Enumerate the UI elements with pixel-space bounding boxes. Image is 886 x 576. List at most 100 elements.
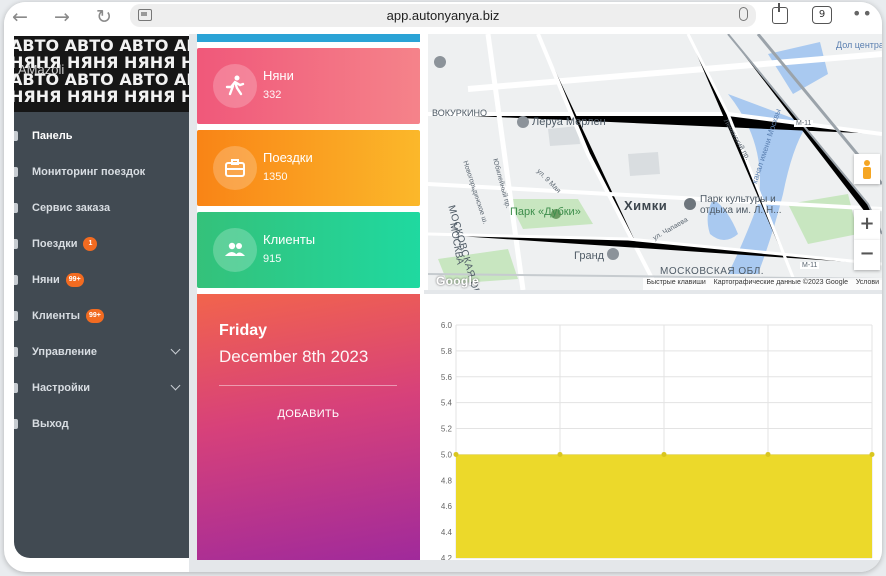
- service-icon: [14, 203, 18, 213]
- map-label-bokurkino: ВОКУРКИНО: [432, 108, 487, 118]
- sidebar-item-label: Поездки: [32, 238, 78, 250]
- date-divider: [219, 385, 397, 386]
- data-point[interactable]: [661, 451, 667, 457]
- sidebar-item-label: Управление: [32, 346, 98, 358]
- sidebar-item-label: Сервис заказа: [32, 202, 111, 214]
- sidebar-item-3[interactable]: Поездки 1: [14, 226, 189, 262]
- y-tick-label: 5.8: [441, 347, 453, 356]
- count-badge: 1: [83, 237, 98, 251]
- y-tick-label: 5.6: [441, 373, 453, 382]
- sidebar-item-1[interactable]: Мониторинг поездок: [14, 154, 189, 190]
- card-clients-value: 915: [263, 253, 282, 265]
- map-label-leroy: Леруа Мерлен: [532, 116, 606, 128]
- runner-icon: [213, 64, 257, 108]
- card-nannies[interactable]: Няни 332: [197, 48, 420, 124]
- chevron-down-icon[interactable]: [170, 344, 181, 355]
- map-label-do-centr: Дол центра: [836, 40, 882, 50]
- sidebar-menu: Панель Мониторинг поездок Сервис заказа Пое…: [14, 118, 189, 442]
- people-icon: [213, 228, 257, 272]
- sidebar-item-6[interactable]: Управление: [14, 334, 189, 370]
- sidebar-item-2[interactable]: Сервис заказа: [14, 190, 189, 226]
- google-logo: Google: [436, 274, 480, 288]
- sidebar-item-4[interactable]: Няни 99+: [14, 262, 189, 298]
- car-icon: [14, 239, 18, 249]
- sidebar: НЯНЯ НЯНЯ НЯНЯ НЯНЯ НЯНЯ АВТО АВТО АВТО …: [14, 36, 189, 558]
- card-nannies-value: 332: [263, 89, 282, 101]
- sidebar-item-5[interactable]: Клиенты 99+: [14, 298, 189, 334]
- logo-banner: НЯНЯ НЯНЯ НЯНЯ НЯНЯ НЯНЯ АВТО АВТО АВТО …: [14, 36, 189, 112]
- logout-icon: [14, 419, 18, 429]
- back-icon[interactable]: ←: [12, 7, 28, 27]
- y-tick-label: 5.2: [441, 425, 453, 434]
- card-clients[interactable]: Клиенты 915: [197, 212, 420, 288]
- logo-overlay-text: AMazoli: [18, 62, 65, 77]
- y-tick-label: 6.0: [441, 321, 453, 330]
- sidebar-item-label: Клиенты: [32, 310, 81, 322]
- y-tick-label: 4.4: [441, 528, 453, 537]
- zoom-in-button[interactable]: +: [854, 210, 880, 240]
- share-icon[interactable]: [772, 3, 788, 24]
- data-point[interactable]: [557, 451, 563, 457]
- sidebar-item-label: Няни: [32, 274, 60, 286]
- count-badge: 99+: [86, 309, 104, 323]
- chart-panel: 6.0 5.8 5.6 5.4 5.2 5.0 4.8 4.6 4.4 4.2: [428, 294, 882, 563]
- sidebar-item-label: Панель: [32, 130, 73, 142]
- accent-strip: [197, 34, 420, 42]
- map-data-text: Картографические данные ©2023 Google: [713, 279, 849, 286]
- tabs-icon[interactable]: 9: [812, 6, 832, 24]
- y-tick-label: 4.6: [441, 502, 453, 511]
- card-clients-title: Клиенты: [263, 232, 316, 247]
- map-label-city: Химки: [624, 198, 668, 213]
- card-nannies-title: Няни: [263, 68, 294, 83]
- sidebar-item-0[interactable]: Панель: [14, 118, 189, 154]
- map-label-park-culture: Парк культуры и отдыха им. Л. Н...: [700, 194, 782, 216]
- dashboard-icon: [14, 131, 18, 141]
- logo-pattern-row: АВТО АВТО АВТО АВТО АВТО: [14, 36, 189, 55]
- date-card: Friday December 8th 2023 ДОБАВИТЬ: [197, 294, 420, 560]
- card-trips-value: 1350: [263, 171, 288, 183]
- count-badge: 99+: [65, 273, 84, 287]
- layout-gutter: [189, 34, 197, 562]
- microphone-icon[interactable]: [739, 7, 748, 21]
- map-view[interactable]: Дол центра ВОКУРКИНО Леруа Мерлен Парк «…: [428, 34, 882, 290]
- browser-toolbar: ← → ↻ app.autonyanya.biz 9 ••: [4, 2, 882, 34]
- reload-icon[interactable]: ↻: [96, 7, 112, 27]
- sidebar-item-label: Мониторинг поездок: [32, 166, 146, 178]
- chevron-down-icon[interactable]: [170, 380, 181, 391]
- sidebar-item-7[interactable]: Настройки: [14, 370, 189, 406]
- url-text: app.autonyanya.biz: [386, 8, 500, 23]
- map-footer: Google Быстрые клавиши Картографические …: [428, 274, 882, 290]
- address-bar[interactable]: app.autonyanya.biz: [130, 4, 756, 27]
- sidebar-item-8[interactable]: Выход: [14, 406, 189, 442]
- series-area: [456, 454, 872, 558]
- date-day: Friday: [219, 322, 268, 339]
- more-menu-icon[interactable]: ••: [852, 4, 873, 23]
- y-tick-label: 5.0: [441, 450, 453, 459]
- card-trips-title: Поездки: [263, 150, 313, 165]
- zoom-out-button[interactable]: −: [854, 240, 880, 270]
- nanny-icon: [14, 275, 18, 285]
- keyboard-shortcuts-link[interactable]: Быстрые клавиши: [646, 279, 705, 286]
- sidebar-item-label: Настройки: [32, 382, 91, 394]
- logo-pattern-row: НЯНЯ НЯНЯ НЯНЯ НЯНЯ НЯНЯ: [14, 87, 189, 106]
- street-view-pegman-icon[interactable]: [854, 154, 880, 184]
- data-point[interactable]: [765, 451, 771, 457]
- date-full: December 8th 2023: [219, 347, 369, 366]
- map-attribution: Быстрые клавиши Картографические данные …: [643, 278, 882, 290]
- settings-icon: [14, 383, 18, 393]
- y-tick-label: 5.4: [441, 399, 453, 408]
- data-point[interactable]: [453, 451, 459, 457]
- forward-icon[interactable]: →: [54, 7, 70, 27]
- terms-link[interactable]: Услови: [856, 279, 879, 286]
- map-label-park-dubki: Парк «Дубки»: [510, 206, 581, 218]
- page-bottom: [189, 560, 882, 572]
- card-trips[interactable]: Поездки 1350: [197, 130, 420, 206]
- monitor-icon: [14, 167, 18, 177]
- add-button[interactable]: ДОБАВИТЬ: [197, 408, 420, 420]
- y-tick-label: 4.8: [441, 476, 453, 485]
- map-label-grand: Гранд: [574, 250, 605, 262]
- area-chart: 6.05.85.65.45.25.04.84.64.44.2: [441, 321, 875, 563]
- sidebar-item-label: Выход: [32, 418, 69, 430]
- data-point[interactable]: [869, 451, 875, 457]
- clients-icon: [14, 311, 18, 321]
